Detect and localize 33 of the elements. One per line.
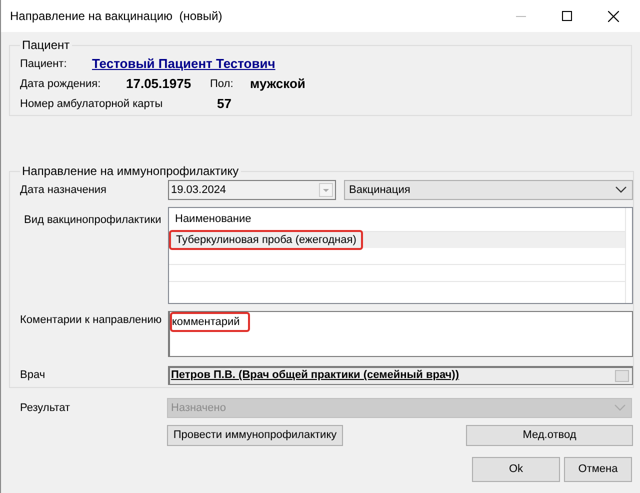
- field-label: Врач: [20, 368, 46, 383]
- browse-button[interactable]: [615, 370, 629, 382]
- dialog-button[interactable]: Отмена: [564, 457, 632, 482]
- field-label: Коментарии к направлению: [20, 313, 163, 328]
- comment-field[interactable]: комментарий: [168, 311, 633, 357]
- patient-name-link[interactable]: Тестовый Пациент Тестович: [92, 54, 276, 74]
- chevron-down-icon: [614, 404, 626, 412]
- field-value: мужской: [250, 75, 306, 94]
- chevron-down-icon: [615, 186, 627, 194]
- date-field[interactable]: 19.03.2024: [168, 180, 336, 200]
- field-label: Вид вакцинопрофилактики: [23, 213, 162, 228]
- doctor-field[interactable]: Петров П.В. (Врач общей практики (семейный врач)): [168, 366, 633, 384]
- group-legend: Направление на иммунопрофилактику: [20, 162, 241, 180]
- close-icon[interactable]: [608, 10, 619, 22]
- type-dropdown[interactable]: Вакцинация: [344, 180, 633, 200]
- field-label: Номер амбулаторной карты: [20, 96, 164, 112]
- field-label: Дата рождения:: [20, 76, 102, 92]
- dialog-button[interactable]: Ok: [472, 457, 560, 482]
- column-header: Наименование: [175, 212, 252, 228]
- table-cell: Туберкулиновая проба (ежегодная): [169, 230, 364, 250]
- field-label: Пол:: [210, 76, 234, 92]
- comment-text: комментарий: [170, 312, 250, 332]
- field-value: 57: [217, 95, 232, 114]
- group-legend: Пациент: [20, 36, 72, 54]
- dialog-button[interactable]: Провести иммунопрофилактику: [167, 425, 343, 446]
- field-label: Дата назначения: [20, 183, 108, 198]
- dialog-button[interactable]: Мед.отвод: [466, 425, 633, 446]
- field-label: Результат: [20, 400, 72, 416]
- table-row[interactable]: Туберкулиновая проба (ежегодная): [169, 232, 626, 248]
- field-value: 17.05.1975: [126, 75, 192, 94]
- field-label: Пациент:: [20, 56, 68, 72]
- maximize-icon[interactable]: [562, 11, 572, 21]
- window-title: Направление на вакцинацию (новый): [10, 8, 224, 25]
